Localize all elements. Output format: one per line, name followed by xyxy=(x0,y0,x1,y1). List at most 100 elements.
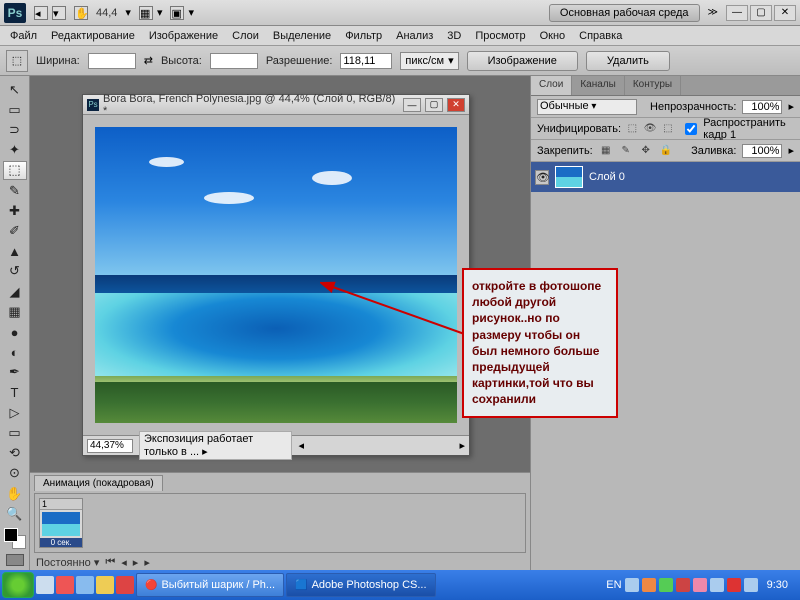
quicklaunch-icon[interactable] xyxy=(76,576,94,594)
type-tool[interactable]: T xyxy=(3,383,27,402)
eraser-tool[interactable]: ◢ xyxy=(3,282,27,301)
swap-icon[interactable]: ⇄ xyxy=(144,54,153,67)
tab-channels[interactable]: Каналы xyxy=(572,76,625,95)
stamp-tool[interactable]: ▲ xyxy=(3,242,27,261)
move-tool[interactable]: ↖ xyxy=(3,80,27,99)
quicklaunch-icon[interactable] xyxy=(116,576,134,594)
animation-frame[interactable]: 1 0 сек. xyxy=(39,498,83,548)
history-brush-tool[interactable]: ↺ xyxy=(3,262,27,281)
unify-visibility-icon[interactable]: 👁 xyxy=(644,122,657,136)
tray-icon[interactable] xyxy=(676,578,690,592)
blur-tool[interactable]: ● xyxy=(3,322,27,341)
doc-zoom-input[interactable] xyxy=(87,439,133,453)
loop-mode-select[interactable]: Постоянно ▾ xyxy=(36,556,99,569)
task-button[interactable]: 🔴 Выбитый шарик / Ph... xyxy=(136,573,284,597)
task-button-active[interactable]: 🟦 Adobe Photoshop CS... xyxy=(286,573,435,597)
doc-status-text[interactable]: Экспозиция работает только в ... ▸ xyxy=(139,431,292,460)
quicklaunch-icon[interactable] xyxy=(56,576,74,594)
history-controls[interactable]: ◂▾ xyxy=(34,6,66,20)
tray-icon[interactable] xyxy=(659,578,673,592)
document-canvas[interactable] xyxy=(83,115,469,435)
menu-image[interactable]: Изображение xyxy=(143,28,224,44)
tab-layers[interactable]: Слои xyxy=(531,76,572,95)
tray-icon[interactable] xyxy=(693,578,707,592)
hand-tool[interactable]: ✋ xyxy=(3,484,27,503)
start-button[interactable] xyxy=(2,572,34,598)
tab-paths[interactable]: Контуры xyxy=(625,76,681,95)
menu-file[interactable]: Файл xyxy=(4,28,43,44)
visibility-toggle[interactable]: 👁 xyxy=(535,170,549,185)
shape-tool[interactable]: ▭ xyxy=(3,423,27,442)
tray-icon[interactable] xyxy=(642,578,656,592)
doc-minimize[interactable]: — xyxy=(403,98,421,112)
marquee-tool[interactable]: ▭ xyxy=(3,100,27,119)
screen-mode-icon[interactable]: ▣ xyxy=(170,6,184,20)
quicklaunch-icon[interactable] xyxy=(36,576,54,594)
tray-icon[interactable] xyxy=(727,578,741,592)
tray-icon[interactable] xyxy=(744,578,758,592)
workspace-switcher[interactable]: Основная рабочая среда xyxy=(549,4,700,22)
document-titlebar[interactable]: Ps Bora Bora, French Polynesia.jpg @ 44,… xyxy=(83,95,469,115)
arrange-icon[interactable]: ▦ xyxy=(139,6,153,20)
heal-tool[interactable]: ✚ xyxy=(3,201,27,220)
quicklaunch-icon[interactable] xyxy=(96,576,114,594)
fill-input[interactable]: 100% xyxy=(742,144,782,158)
unify-style-icon[interactable]: ⬚ xyxy=(662,122,673,136)
blend-mode-select[interactable]: Обычные ▾ xyxy=(537,99,637,115)
layer-item[interactable]: 👁 Слой 0 xyxy=(531,162,800,192)
layer-name[interactable]: Слой 0 xyxy=(589,171,625,183)
prev-frame-icon[interactable]: ◂ xyxy=(121,556,127,569)
rewind-icon[interactable]: ⏮ xyxy=(105,556,115,569)
opacity-input[interactable]: 100% xyxy=(742,100,782,114)
doc-close[interactable]: ✕ xyxy=(447,98,465,112)
menu-filter[interactable]: Фильтр xyxy=(339,28,388,44)
menu-window[interactable]: Окно xyxy=(534,28,572,44)
language-indicator[interactable]: EN xyxy=(606,579,621,591)
lock-all-icon[interactable]: 🔒 xyxy=(659,144,673,158)
menu-view[interactable]: Просмотр xyxy=(469,28,531,44)
maximize-button[interactable]: ▢ xyxy=(750,5,772,21)
pen-tool[interactable]: ✒ xyxy=(3,363,27,382)
menu-help[interactable]: Справка xyxy=(573,28,628,44)
lock-position-icon[interactable]: ✥ xyxy=(639,144,653,158)
image-button[interactable]: Изображение xyxy=(467,51,578,71)
zoom-tool[interactable]: 🔍 xyxy=(3,504,27,523)
hand-icon[interactable]: ✋ xyxy=(74,6,88,20)
path-tool[interactable]: ▷ xyxy=(3,403,27,422)
close-button[interactable]: ✕ xyxy=(774,5,796,21)
eyedropper-tool[interactable]: ✎ xyxy=(3,181,27,200)
height-input[interactable] xyxy=(210,53,258,69)
3d-camera-tool[interactable]: ⊙ xyxy=(3,464,27,483)
resolution-input[interactable] xyxy=(340,53,392,69)
play-icon[interactable]: ▸ xyxy=(133,556,139,569)
color-swatches[interactable] xyxy=(4,528,26,549)
propagate-checkbox[interactable] xyxy=(685,123,697,135)
doc-maximize[interactable]: ▢ xyxy=(425,98,443,112)
menu-analysis[interactable]: Анализ xyxy=(390,28,439,44)
wand-tool[interactable]: ✦ xyxy=(3,141,27,160)
width-input[interactable] xyxy=(88,53,136,69)
quickmask-toggle[interactable] xyxy=(6,554,24,566)
lock-transparency-icon[interactable]: ▦ xyxy=(599,144,613,158)
next-frame-icon[interactable]: ▸ xyxy=(144,556,150,569)
layer-thumbnail[interactable] xyxy=(555,166,583,188)
units-select[interactable]: пикс/см▾ xyxy=(400,52,458,70)
tray-icon[interactable] xyxy=(710,578,724,592)
3d-tool[interactable]: ⟲ xyxy=(3,444,27,463)
lock-pixels-icon[interactable]: ✎ xyxy=(619,144,633,158)
menu-select[interactable]: Выделение xyxy=(267,28,337,44)
chevron-right-icon[interactable]: ≫ xyxy=(708,7,718,18)
unify-position-icon[interactable]: ⬚ xyxy=(627,122,638,136)
lasso-tool[interactable]: ⊃ xyxy=(3,120,27,139)
menu-edit[interactable]: Редактирование xyxy=(45,28,141,44)
document-window[interactable]: Ps Bora Bora, French Polynesia.jpg @ 44,… xyxy=(82,94,470,456)
clock[interactable]: 9:30 xyxy=(761,579,794,591)
menu-layers[interactable]: Слои xyxy=(226,28,265,44)
brush-tool[interactable]: ✐ xyxy=(3,221,27,240)
menu-3d[interactable]: 3D xyxy=(441,28,467,44)
animation-tab[interactable]: Анимация (покадровая) xyxy=(34,475,163,491)
delete-button[interactable]: Удалить xyxy=(586,51,670,71)
minimize-button[interactable]: — xyxy=(726,5,748,21)
dodge-tool[interactable]: ◐ xyxy=(3,343,27,362)
crop-tool[interactable]: ⬚ xyxy=(3,161,27,180)
